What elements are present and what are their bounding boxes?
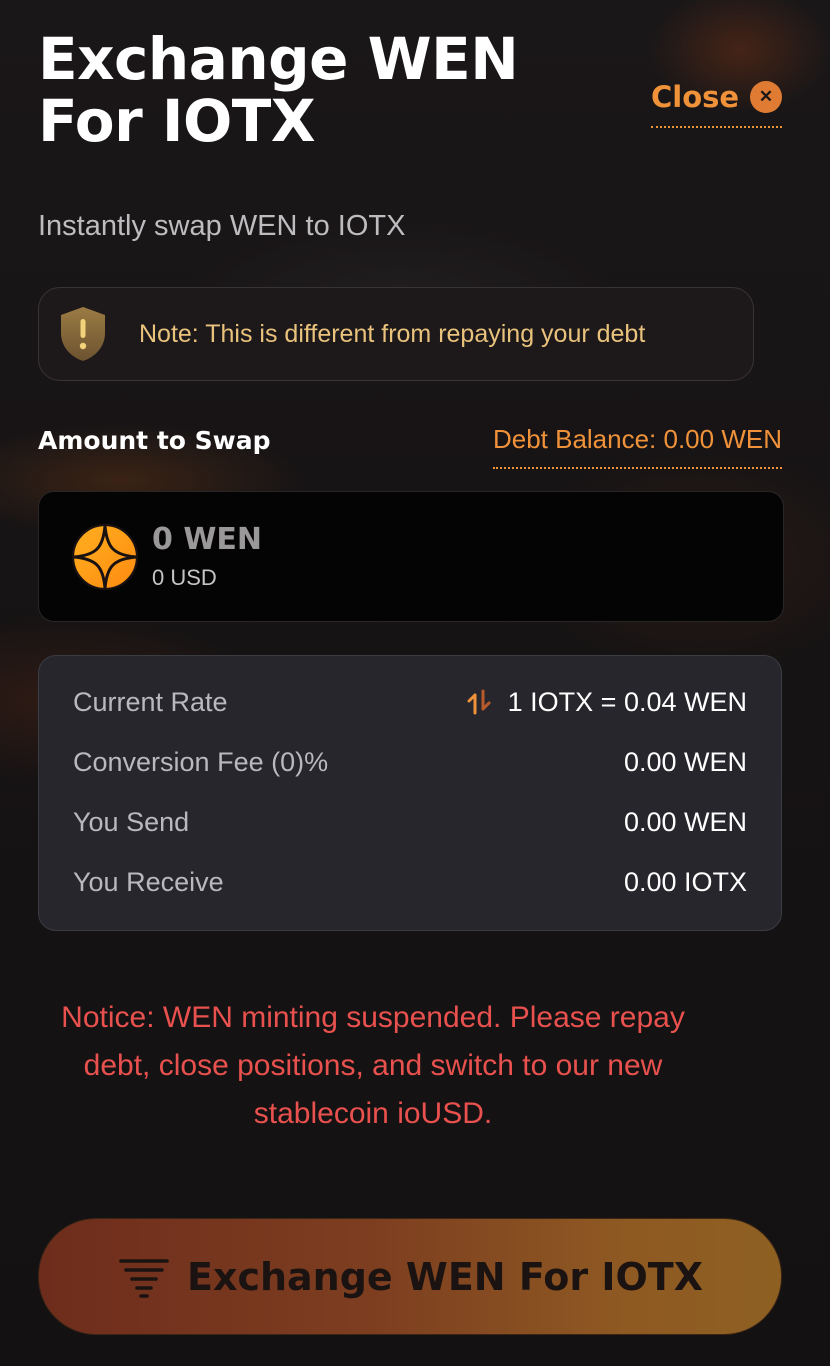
subtitle: Instantly swap WEN to IOTX: [38, 210, 406, 242]
close-button[interactable]: Close ✕: [651, 74, 782, 128]
you-send-label: You Send: [73, 806, 190, 837]
you-receive-label: You Receive: [73, 866, 224, 897]
wen-token-icon: [72, 524, 138, 590]
amount-value: 0 WEN: [152, 522, 263, 557]
current-rate-label: Current Rate: [73, 686, 228, 717]
exchange-button[interactable]: Exchange WEN For IOTX: [38, 1218, 782, 1335]
minting-suspended-notice: Notice: WEN minting suspended. Please re…: [61, 1001, 685, 1130]
conversion-fee-row: Conversion Fee (0)% 0.00 WEN: [73, 742, 747, 782]
current-rate-value: 1 IOTX = 0.04 WEN: [507, 686, 747, 717]
you-send-row: You Send 0.00 WEN: [73, 802, 747, 842]
amount-usd-value: 0 USD: [152, 565, 217, 590]
amount-to-swap-label: Amount to Swap: [38, 426, 271, 455]
debt-balance-link[interactable]: Debt Balance: 0.00 WEN: [492, 424, 782, 469]
conversion-details-panel: Current Rate 1 IOTX = 0.04 WEN Conversio…: [38, 655, 782, 931]
warning-shield-icon: [61, 307, 105, 361]
conversion-fee-value: 0.00 WEN: [623, 746, 747, 777]
conversion-fee-label: Conversion Fee (0)%: [73, 746, 329, 777]
you-receive-value: 0.00 IOTX: [623, 866, 747, 897]
note-text: Note: This is different from repaying yo…: [139, 319, 646, 348]
current-rate-value-wrap: 1 IOTX = 0.04 WEN: [466, 687, 747, 718]
exchange-modal: Exchange WEN For IOTX Close ✕ Instantly …: [0, 0, 830, 1366]
tornado-icon: [119, 1258, 169, 1298]
close-icon: ✕: [750, 81, 782, 113]
note-banner: Note: This is different from repaying yo…: [38, 287, 754, 381]
amount-input-box[interactable]: 0 WEN 0 USD: [38, 491, 784, 622]
you-send-value: 0.00 WEN: [623, 806, 747, 837]
swap-arrows-icon: [467, 689, 491, 715]
current-rate-row: Current Rate 1 IOTX = 0.04 WEN: [73, 682, 747, 722]
page-title: Exchange WEN For IOTX: [38, 25, 519, 155]
exchange-button-label: Exchange WEN For IOTX: [186, 1254, 703, 1299]
close-label: Close: [651, 80, 740, 114]
you-receive-row: You Receive 0.00 IOTX: [73, 862, 747, 902]
